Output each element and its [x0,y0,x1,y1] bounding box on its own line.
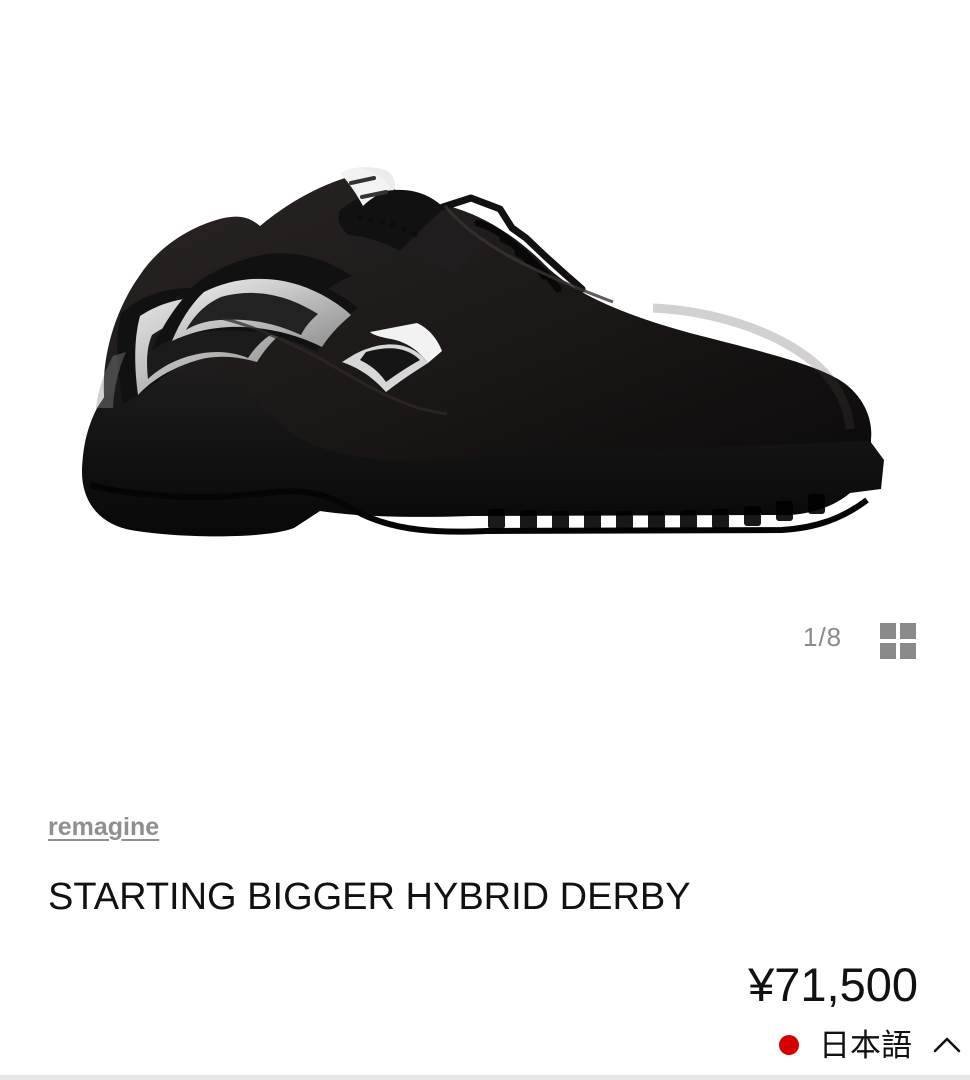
product-title: STARTING BIGGER HYBRID DERBY [48,876,691,918]
japan-flag-icon [779,1035,799,1055]
sneaker-icon [81,167,884,537]
image-pager: 1/8 [803,622,843,652]
product-detail-page: 1/8 remagine STARTING BIGGER HYBRID DERB… [0,0,970,1080]
product-image[interactable] [70,150,900,560]
grid-view-button[interactable] [879,622,917,660]
language-label: 日本語 [819,1027,912,1063]
bottom-divider [0,1075,970,1080]
brand-link[interactable]: remagine [48,813,159,842]
grid-icon [880,623,916,659]
product-price: ¥71,500 [748,958,918,1011]
chevron-up-icon [933,1037,961,1053]
language-switcher[interactable]: 日本語 [779,1022,962,1068]
